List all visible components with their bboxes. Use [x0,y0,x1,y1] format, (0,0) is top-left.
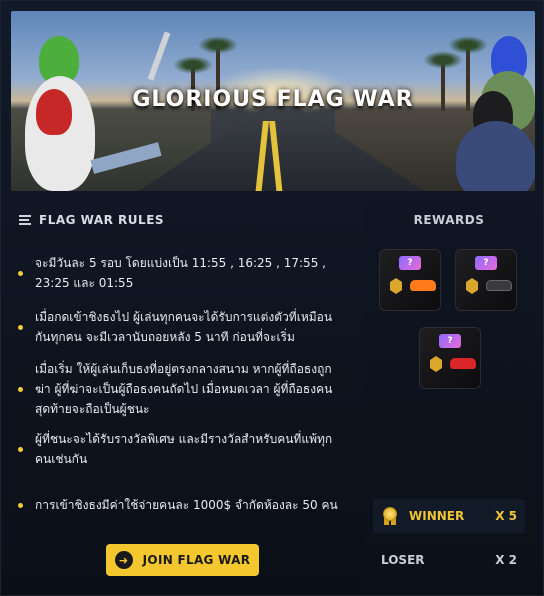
rules-heading: FLAG WAR RULES [19,211,164,229]
rule-item: ผู้ที่ชนะจะได้รับรางวัลพิเศษ และมีรางวัล… [17,429,347,469]
crest-icon [390,278,402,294]
rules-list: จะมีวันละ 5 รอบ โดยแบ่งเป็น 11:55 , 16:2… [17,253,347,515]
question-mark-icon: ? [439,334,461,348]
crest-icon [466,278,478,294]
rule-item: จะมีวันละ 5 รอบ โดยแบ่งเป็น 11:55 , 16:2… [17,253,347,293]
mystery-box-red-car: ? [419,327,481,389]
rule-item: เมื่อเริ่ม ให้ผู้เล่นเก็บธงที่อยู่ตรงกลา… [17,359,347,419]
rule-item: การเข้าชิงธงมีค่าใช้จ่ายคนละ 1000$ จำกัด… [17,495,347,515]
crest-icon [430,356,442,372]
mystery-box-orange-car: ? [379,249,441,311]
flag-war-panel: GLORIOUS FLAG WAR FLAG WAR RULES จะมีวัน… [0,0,544,596]
car-icon [410,280,436,291]
banner-title: GLORIOUS FLAG WAR [132,87,414,112]
winner-reward-row: WINNER X 5 [373,499,525,533]
rules-heading-text: FLAG WAR RULES [39,213,165,227]
car-icon [486,280,512,291]
rewards-panel: REWARDS ? ? ? WINNER X 5 LOSER X 2 [363,201,535,591]
banner-image: GLORIOUS FLAG WAR [11,11,535,191]
loser-label: LOSER [381,553,425,567]
winner-count: X 5 [495,509,517,523]
mystery-box-black-car: ? [455,249,517,311]
loser-count: X 2 [495,553,517,567]
menu-lines-icon [19,215,31,225]
winner-label: WINNER [409,509,465,523]
join-flag-war-label: JOIN FLAG WAR [142,553,251,567]
join-flag-war-button[interactable]: ➜ JOIN FLAG WAR [106,544,259,576]
arrow-right-icon: ➜ [114,551,133,569]
question-mark-icon: ? [399,256,421,270]
question-mark-icon: ? [475,256,497,270]
rule-item: เมื่อกดเข้าชิงธงไป ผู้เล่นทุกคนจะได้รับก… [17,307,347,347]
car-icon [450,358,476,369]
rewards-title: REWARDS [413,213,485,227]
medal-icon [381,507,399,525]
loser-reward-row: LOSER X 2 [373,543,525,577]
